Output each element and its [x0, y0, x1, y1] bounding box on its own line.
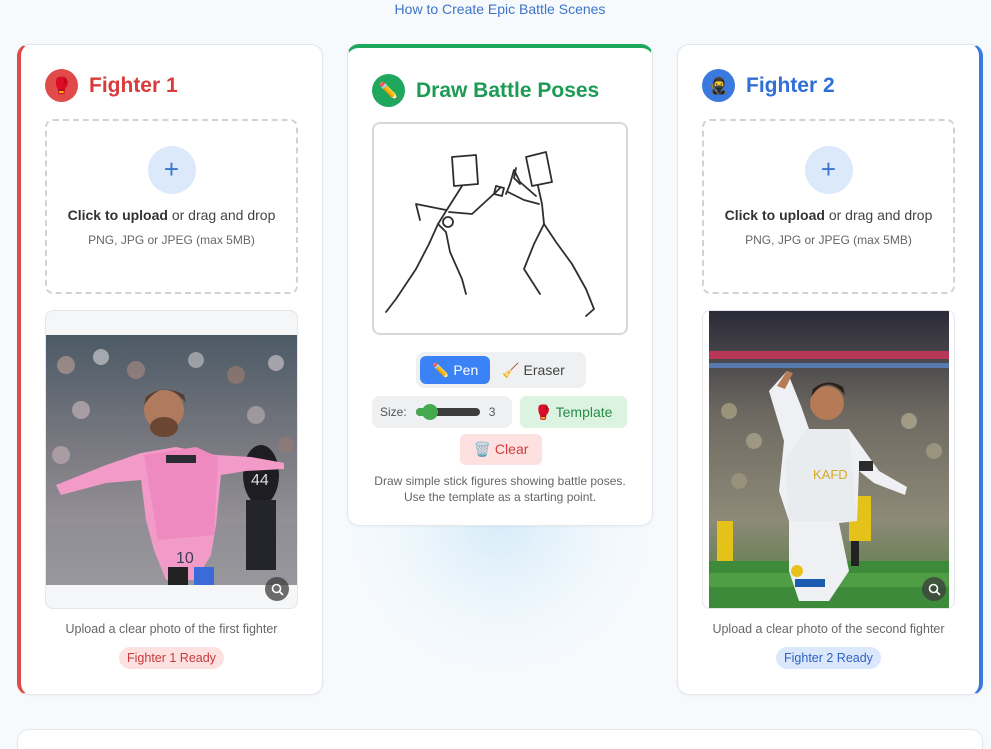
- brush-size-slider[interactable]: [415, 404, 480, 420]
- draw-hint: Draw simple stick figures showing battle…: [374, 474, 626, 504]
- fighter1-card: 🥊 Fighter 1 + Click to upload or drag an…: [17, 44, 323, 695]
- fighter2-upload-dropzone[interactable]: + Click to upload or drag and drop PNG, …: [702, 119, 955, 294]
- fighter1-upload-dropzone[interactable]: + Click to upload or drag and drop PNG, …: [45, 119, 298, 294]
- fighter1-photo-frame: 44 10: [45, 310, 298, 609]
- ninja-icon: 🥷: [702, 69, 735, 102]
- upload-formats: PNG, JPG or JPEG (max 5MB): [745, 233, 912, 247]
- slider-handle[interactable]: [421, 404, 438, 420]
- plus-icon: +: [804, 146, 853, 194]
- drawing-canvas[interactable]: [372, 122, 628, 335]
- fighter1-hint: Upload a clear photo of the first fighte…: [65, 622, 278, 636]
- help-link[interactable]: How to Create Epic Battle Scenes: [0, 1, 991, 17]
- pencil-icon: ✏️: [372, 74, 405, 107]
- svg-text:KAFD: KAFD: [813, 467, 848, 482]
- upload-formats: PNG, JPG or JPEG (max 5MB): [88, 233, 255, 247]
- fighter2-status-badge: Fighter 2 Ready: [776, 647, 881, 669]
- zoom-icon[interactable]: [265, 577, 289, 601]
- fighter1-title: Fighter 1: [89, 73, 178, 97]
- svg-text:10: 10: [176, 550, 194, 567]
- draw-poses-card: ✏️ Draw Battle Poses ✏️ Pen 🧹 Eraser Siz…: [347, 44, 653, 526]
- eraser-button[interactable]: 🧹 Eraser: [490, 356, 577, 384]
- next-section-card: [17, 729, 983, 749]
- upload-action: Click to upload: [67, 207, 168, 223]
- clear-button[interactable]: 🗑️ Clear: [460, 434, 542, 465]
- fighter1-header: 🥊 Fighter 1: [45, 69, 178, 102]
- upload-instructions: Click to upload or drag and drop: [718, 205, 939, 225]
- size-value: 3: [488, 405, 496, 419]
- draw-header: ✏️ Draw Battle Poses: [372, 74, 599, 107]
- brush-size-control: Size: 3: [372, 396, 512, 428]
- upload-rest: or drag and drop: [171, 207, 276, 223]
- fighter2-photo: KAFD: [709, 311, 949, 608]
- fighter2-photo-frame: KAFD: [702, 310, 955, 609]
- svg-text:44: 44: [251, 472, 269, 489]
- tool-switcher: ✏️ Pen 🧹 Eraser: [416, 352, 586, 388]
- fighter1-status-badge: Fighter 1 Ready: [119, 647, 224, 669]
- fighter2-hint: Upload a clear photo of the second fight…: [712, 622, 945, 636]
- pen-button[interactable]: ✏️ Pen: [420, 356, 491, 384]
- draw-title: Draw Battle Poses: [416, 78, 600, 102]
- boxing-glove-icon: 🥊: [45, 69, 78, 102]
- upload-rest: or drag and drop: [828, 207, 933, 223]
- fighter2-card: 🥷 Fighter 2 + Click to upload or drag an…: [677, 44, 983, 695]
- fighter1-photo: 44 10: [46, 335, 297, 585]
- upload-action: Click to upload: [724, 207, 825, 223]
- zoom-icon[interactable]: [922, 577, 946, 601]
- size-label: Size:: [380, 405, 407, 419]
- fighter2-header: 🥷 Fighter 2: [702, 69, 835, 102]
- upload-instructions: Click to upload or drag and drop: [61, 205, 282, 225]
- plus-icon: +: [147, 146, 196, 194]
- fighter2-title: Fighter 2: [746, 73, 835, 97]
- template-button[interactable]: 🥊 Template: [520, 396, 627, 428]
